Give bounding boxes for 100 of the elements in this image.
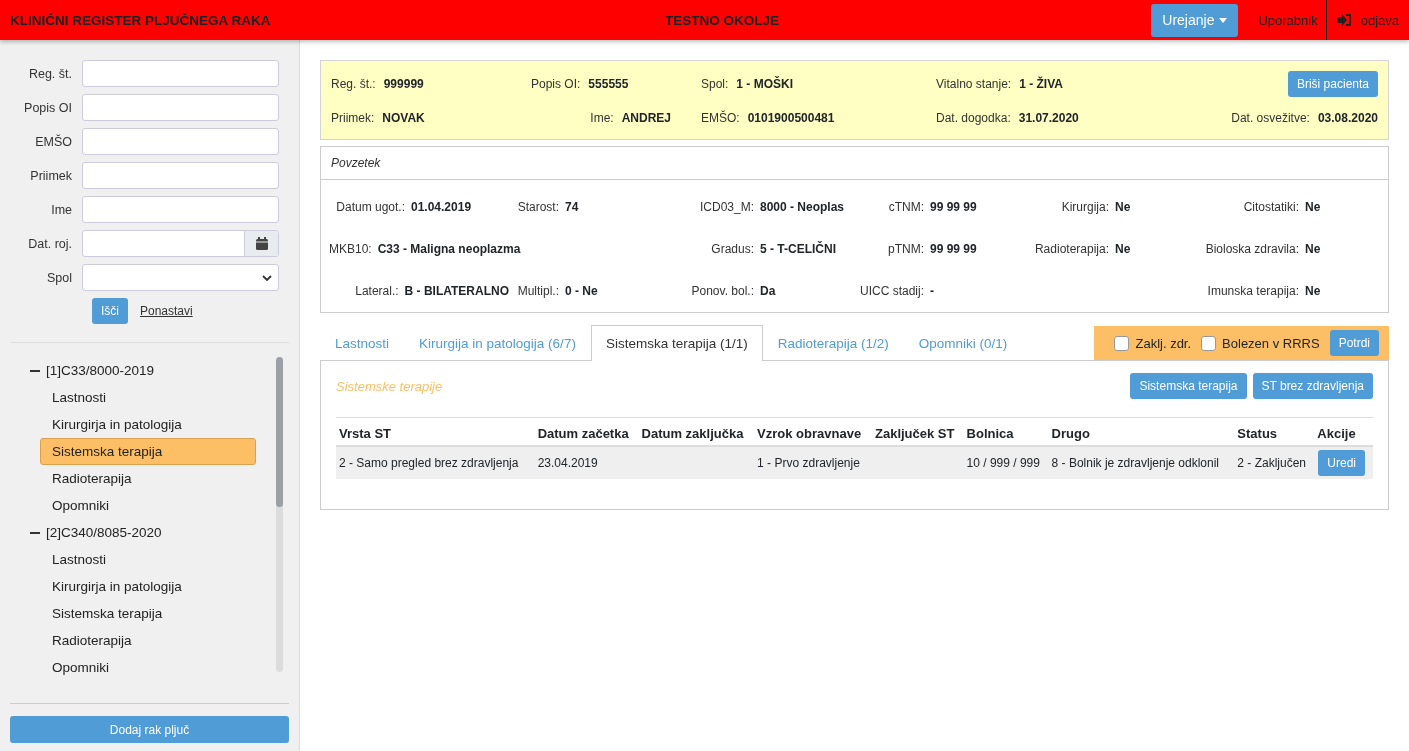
field-label: MKB10: <box>329 242 372 256</box>
field-label: Priimek <box>29 168 73 183</box>
field-label: Vitalno stanje: <box>936 77 1012 91</box>
field-value: 99 99 99 <box>930 200 977 214</box>
field-value: B - BILATERALNO <box>404 284 509 298</box>
field-label: Popis OI: <box>531 77 581 91</box>
tree-item[interactable]: Kirurgirja in patologija <box>40 573 256 600</box>
table-cell: 2 - Samo pregled brez zdravljenja <box>336 446 535 479</box>
caret-icon <box>1219 17 1228 23</box>
table-cell: 1 - Prvo zdravljenje <box>754 446 872 479</box>
tree-node[interactable]: [1]C33/8000-2019 <box>46 363 155 378</box>
scrollbar-thumb[interactable] <box>276 357 283 507</box>
field-value: 03.08.2020 <box>1317 111 1378 125</box>
tree-node[interactable]: [2]C340/8085-2020 <box>46 525 162 540</box>
field-value: 5 - T-CELIČNI <box>760 242 836 256</box>
checkbox-label: Bolezen v RRRS <box>1222 335 1320 351</box>
field-value: 0101900500481 <box>747 111 835 125</box>
field-label: ICD03_M: <box>698 200 754 214</box>
field-value: 1 - MOŠKI <box>736 77 794 91</box>
field-label: Radioterapija: <box>1033 242 1109 256</box>
tree-item[interactable]: Kirurgirja in patologija <box>40 411 256 438</box>
field-value: C33 - Maligna neoplazma <box>377 242 521 256</box>
field-label: Ponov. bol.: <box>690 284 754 298</box>
input-field[interactable] <box>82 128 279 155</box>
field-label: Spol <box>45 270 73 285</box>
field-label: EMŠO <box>34 134 73 149</box>
field-value: ANDREJ <box>621 111 671 125</box>
field-value: Ne <box>1115 200 1131 214</box>
field-value: 999999 <box>383 77 424 91</box>
field-label: Spol: <box>701 77 729 91</box>
field-label: Datum ugot.: <box>335 200 405 214</box>
select-field[interactable] <box>82 264 279 291</box>
user-link[interactable]: Uporabnik <box>1258 0 1326 40</box>
field-label: Starost: <box>516 200 559 214</box>
field-value: 31.07.2020 <box>1018 111 1079 125</box>
field-label: Citostatiki: <box>1242 200 1299 214</box>
tree-item[interactable]: Radioterapija <box>40 627 256 654</box>
chevron-down-icon <box>262 274 272 281</box>
checkbox-label: Zaklj. zdr. <box>1135 335 1192 351</box>
logout-link[interactable]: odjava <box>1325 0 1409 40</box>
tree-item[interactable]: Sistemska terapija <box>40 600 256 627</box>
field-value: Ne <box>1115 242 1131 256</box>
table-cell: 10 / 999 / 999 <box>963 446 1049 479</box>
field-label: Lateral.: <box>354 284 399 298</box>
table-cell: 23.04.2019 <box>534 446 639 479</box>
summary-title: Povzetek <box>321 147 1388 180</box>
app-title: KLINIČNI REGISTER PLJUČNEGA RAKA <box>10 12 272 28</box>
input-field[interactable] <box>82 94 279 121</box>
input-field[interactable] <box>82 60 279 87</box>
field-label: Reg. št.: <box>331 77 376 91</box>
environment-label: TESTNO OKOLJE <box>664 12 780 28</box>
field-label: Multipl.: <box>516 284 559 298</box>
field-label: Dat. roj. <box>27 236 73 251</box>
input-field[interactable] <box>82 196 279 223</box>
calendar-icon <box>255 237 268 250</box>
field-value: 99 99 99 <box>930 242 977 256</box>
field-label: cTNM: <box>887 200 924 214</box>
tree-item[interactable]: Opomniki <box>40 492 256 519</box>
field-label: Bioloska zdravila: <box>1204 242 1299 256</box>
field-label: Dat. dogodka: <box>936 111 1011 125</box>
input-field[interactable] <box>82 162 279 189</box>
field-label: pTNM: <box>887 242 924 256</box>
field-value: 555555 <box>588 77 629 91</box>
field-value: Ne <box>1305 200 1321 214</box>
field-label: Kirurgija: <box>1060 200 1109 214</box>
field-value: Da <box>760 284 776 298</box>
tree-item[interactable]: Sistemska terapija <box>40 438 256 465</box>
field-label: Priimek: <box>331 111 375 125</box>
checkbox[interactable] <box>1201 335 1217 351</box>
field-value: 8000 - Neoplas <box>760 200 845 214</box>
field-label: Ime <box>50 202 73 217</box>
tab[interactable]: Sistemska terapija (1/1) <box>590 325 763 361</box>
scrollbar[interactable] <box>276 357 283 672</box>
field-label: Imunska terapija: <box>1206 284 1299 298</box>
reset-link[interactable]: Ponastavi <box>140 304 193 318</box>
field-label: Popis OI <box>23 100 73 115</box>
sign-out-icon <box>1336 14 1351 26</box>
field-value: NOVAK <box>382 111 425 125</box>
panel-title: Sistemske terapije <box>336 378 443 394</box>
field-label: UICC stadij: <box>859 284 924 298</box>
field-value: 1 - ŽIVA <box>1019 77 1063 91</box>
table-cell: 8 - Bolnik je zdravljenje odklonil <box>1048 446 1235 479</box>
date-field[interactable] <box>82 230 279 257</box>
field-label: Ime: <box>590 111 614 125</box>
field-value: - <box>930 284 934 298</box>
table-cell: 2 - Zaključen <box>1234 446 1315 479</box>
tree-item[interactable]: Lastnosti <box>40 384 256 411</box>
checkbox[interactable] <box>1114 335 1130 351</box>
field-value: 01.04.2019 <box>411 200 472 214</box>
field-label: Gradus: <box>710 242 754 256</box>
tree-item[interactable]: Radioterapija <box>40 465 256 492</box>
field-value: Ne <box>1305 242 1321 256</box>
tree-item[interactable]: Opomniki <box>40 654 256 681</box>
field-label: Dat. osvežitve: <box>1231 111 1310 125</box>
field-value: Ne <box>1305 284 1321 298</box>
field-value: 0 - Ne <box>565 284 598 298</box>
field-value: 74 <box>565 200 579 214</box>
tree-item[interactable]: Lastnosti <box>40 546 256 573</box>
field-label: Reg. št. <box>27 66 73 81</box>
field-label: EMŠO: <box>701 111 740 125</box>
